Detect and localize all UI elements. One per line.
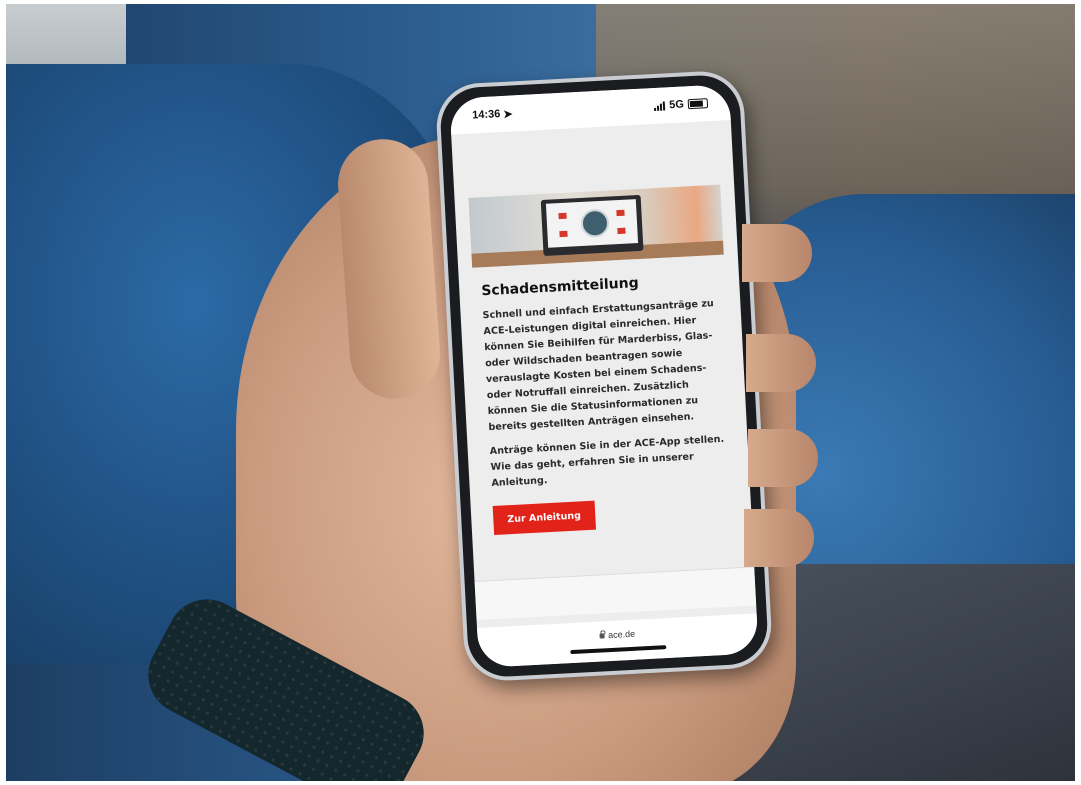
finger [746, 334, 816, 392]
hero-image [468, 184, 724, 268]
laptop-icon-dot [558, 212, 567, 220]
finger [744, 509, 814, 567]
laptop-icon-dot [559, 230, 568, 238]
laptop-illustration [540, 194, 644, 256]
cellular-signal-icon [654, 100, 666, 111]
finger [748, 429, 818, 487]
article-paragraph: Schnell und einfach Erstattungsanträge z… [482, 298, 715, 434]
article-title: Schadensmitteilung [480, 275, 640, 300]
status-time: 14:36 [471, 108, 501, 122]
battery-icon [687, 98, 709, 110]
article-paragraph: Anträge können Sie in der ACE-App stelle… [489, 433, 725, 490]
laptop-circle-graphic [580, 208, 610, 238]
url-text: ace.de [607, 628, 636, 641]
guide-button[interactable]: Zur Anleitung [492, 500, 596, 535]
home-indicator[interactable] [570, 645, 667, 655]
status-bar: 14:36 ➤ 5G [449, 84, 731, 135]
laptop-icon-dot [617, 227, 626, 235]
background-photo: 14:36 ➤ 5G Schadensmitteilung Schnell un… [6, 4, 1075, 781]
thumb [335, 136, 443, 402]
network-type: 5G [668, 98, 685, 112]
finger [742, 224, 812, 282]
next-section-card [474, 566, 757, 621]
phone-screen: 14:36 ➤ 5G Schadensmitteilung Schnell un… [449, 84, 759, 668]
smartphone: 14:36 ➤ 5G Schadensmitteilung Schnell un… [434, 69, 774, 683]
article-content: Schadensmitteilung Schnell und einfach E… [481, 271, 734, 535]
laptop-screen [545, 199, 639, 248]
browser-url-bar[interactable]: ace.de [477, 613, 759, 668]
laptop-icon-dot [616, 209, 625, 217]
lock-icon [599, 632, 606, 639]
location-arrow-icon: ➤ [502, 107, 513, 121]
